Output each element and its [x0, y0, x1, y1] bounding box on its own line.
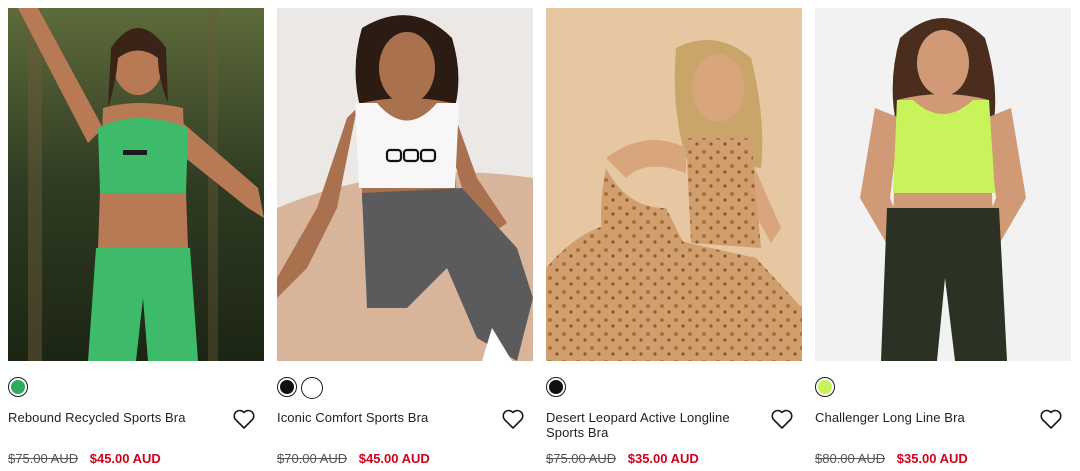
wishlist-heart-icon[interactable] [501, 408, 525, 430]
product-image-white-sports-bra [277, 8, 533, 361]
original-price: $75.00 AUD [546, 451, 617, 466]
product-name[interactable]: Challenger Long Line Bra [815, 410, 1031, 425]
product-image-green-sports-bra [8, 8, 264, 361]
product-card[interactable]: Iconic Comfort Sports Bra $70.00 AUD $45… [277, 8, 533, 471]
product-image-leopard-longline-bra [546, 8, 802, 361]
wishlist-heart-icon[interactable] [1039, 408, 1063, 430]
color-swatch-black[interactable] [546, 377, 566, 397]
color-swatch-white[interactable] [301, 377, 323, 399]
original-price: $80.00 AUD [815, 451, 886, 466]
product-card[interactable]: Rebound Recycled Sports Bra $75.00 AUD $… [8, 8, 264, 471]
product-photo[interactable] [546, 8, 802, 361]
price-row: $80.00 AUD $35.00 AUD [815, 451, 968, 466]
original-price: $70.00 AUD [277, 451, 348, 466]
price-row: $75.00 AUD $45.00 AUD [8, 451, 161, 466]
product-name[interactable]: Desert Leopard Active Longline Sports Br… [546, 410, 762, 440]
sale-price: $45.00 AUD [358, 451, 430, 466]
color-swatch-lime[interactable] [815, 377, 835, 397]
product-photo[interactable] [8, 8, 264, 361]
sale-price: $35.00 AUD [896, 451, 968, 466]
price-row: $75.00 AUD $35.00 AUD [546, 451, 699, 466]
sale-price: $35.00 AUD [627, 451, 699, 466]
product-image-lime-long-line-bra [815, 8, 1071, 361]
wishlist-heart-icon[interactable] [770, 408, 794, 430]
color-swatch-black[interactable] [277, 377, 297, 397]
original-price: $75.00 AUD [8, 451, 79, 466]
sale-price: $45.00 AUD [89, 451, 161, 466]
product-name[interactable]: Rebound Recycled Sports Bra [8, 410, 224, 425]
product-photo[interactable] [815, 8, 1071, 361]
product-grid: Rebound Recycled Sports Bra $75.00 AUD $… [0, 0, 1080, 471]
color-swatches [8, 377, 28, 397]
wishlist-heart-icon[interactable] [232, 408, 256, 430]
price-row: $70.00 AUD $45.00 AUD [277, 451, 430, 466]
color-swatches [277, 377, 323, 399]
color-swatches [546, 377, 566, 397]
product-card[interactable]: Desert Leopard Active Longline Sports Br… [546, 8, 802, 471]
product-name[interactable]: Iconic Comfort Sports Bra [277, 410, 493, 425]
product-photo[interactable] [277, 8, 533, 361]
color-swatch-green[interactable] [8, 377, 28, 397]
color-swatches [815, 377, 835, 397]
product-card[interactable]: Challenger Long Line Bra $80.00 AUD $35.… [815, 8, 1071, 471]
